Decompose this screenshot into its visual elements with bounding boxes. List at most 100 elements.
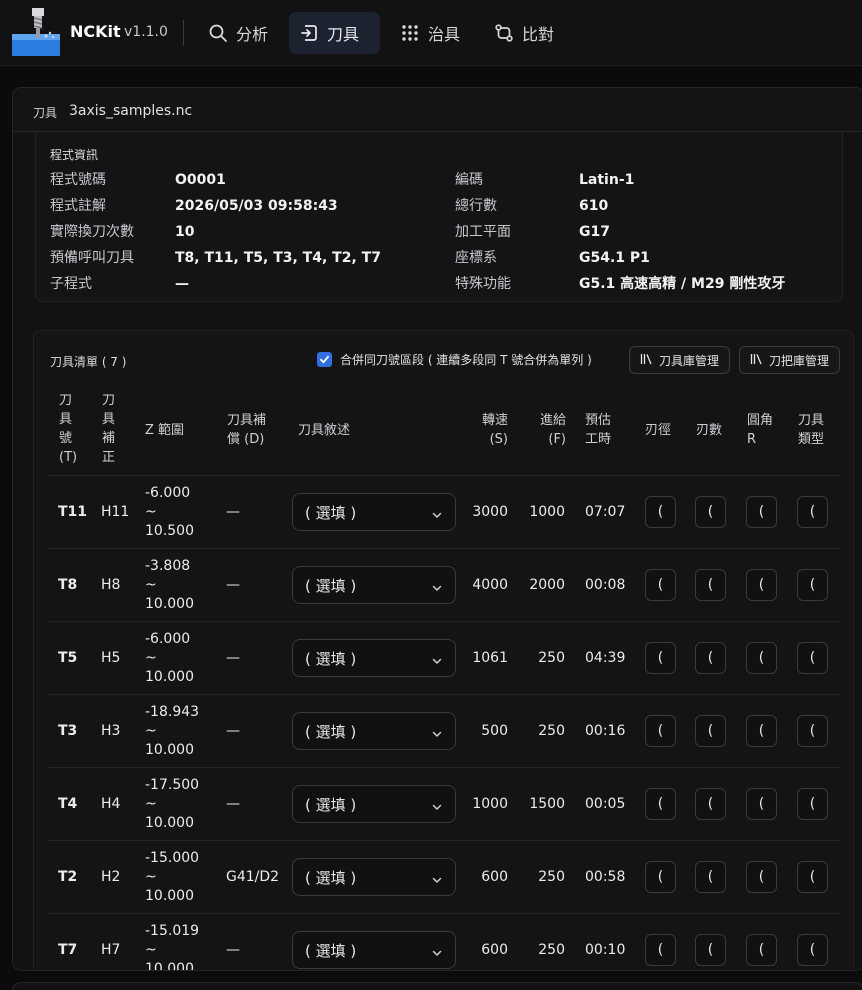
tool-number: T4 (58, 796, 78, 812)
nav-tools[interactable]: 刀具 (289, 12, 380, 54)
estimated-time: 00:16 (585, 723, 626, 739)
tool-description-select[interactable]: ( 選填 ) (292, 858, 456, 896)
estimated-time: 04:39 (585, 650, 626, 666)
holder-magazine-button[interactable]: 刀把庫管理 (739, 346, 841, 374)
tool-description-select[interactable]: ( 選填 ) (292, 493, 456, 531)
header-spindle-speed: 轉速 (S) (481, 413, 508, 447)
info-label: 實際換刀次數 (50, 224, 134, 240)
z-min: -15.000 (145, 850, 200, 866)
tool-offset: H3 (101, 723, 121, 739)
info-value: Latin-1 (579, 172, 635, 188)
tool-description-select[interactable]: ( 選填 ) (292, 712, 456, 750)
tool-number: T11 (58, 504, 88, 520)
diameter-offset: — (226, 796, 240, 812)
spindle-speed: 600 (481, 869, 508, 885)
corner-radius-input[interactable]: ( (746, 788, 777, 820)
corner-radius-input[interactable]: ( (746, 569, 777, 601)
tool-type-input[interactable]: ( (797, 861, 828, 893)
info-value: — (175, 276, 189, 292)
tool-magazine-button[interactable]: 刀具庫管理 (629, 346, 731, 374)
merge-same-tool-toggle[interactable]: 合併同刀號區段 ( 連續多段同 T 號合併為單列 ) (317, 351, 592, 368)
tool-offset: H4 (101, 796, 121, 812)
header-tool-description: 刀具敘述 (298, 423, 351, 438)
flutes-input[interactable]: ( (695, 642, 726, 674)
tool-type-input[interactable]: ( (797, 715, 828, 747)
flutes-input[interactable]: ( (695, 861, 726, 893)
diameter-input[interactable]: ( (645, 569, 676, 601)
tool-description-select[interactable]: ( 選填 ) (292, 639, 456, 677)
corner-radius-input[interactable]: ( (746, 715, 777, 747)
diameter-input[interactable]: ( (645, 496, 676, 528)
flutes-input[interactable]: ( (695, 569, 726, 601)
tool-icon (299, 23, 319, 43)
tool-type-input[interactable]: ( (797, 496, 828, 528)
spindle-speed: 500 (481, 723, 508, 739)
nav-analysis[interactable]: 分析 (198, 12, 278, 54)
feed-rate: 250 (538, 723, 565, 739)
feed-rate: 1500 (529, 796, 565, 812)
info-label: 加工平面 (455, 224, 511, 240)
z-min: -17.500 (145, 777, 200, 793)
tool-description-select[interactable]: ( 選填 ) (292, 785, 456, 823)
tool-type-input[interactable]: ( (797, 569, 828, 601)
info-value: O0001 (175, 172, 226, 188)
diameter-input[interactable]: ( (645, 788, 676, 820)
nav-fixture[interactable]: 治具 (390, 12, 470, 54)
merge-label: 合併同刀號區段 ( 連續多段同 T 號合併為單列 ) (340, 353, 592, 367)
info-label: 座標系 (455, 250, 497, 266)
diameter-input[interactable]: ( (645, 861, 676, 893)
info-value: G54.1 P1 (579, 250, 650, 266)
corner-radius-input[interactable]: ( (746, 642, 777, 674)
tool-row: T5 H5 -6.000 ~10.000 — ( 選填 ) 1061 250 04:39 (((( (48, 622, 841, 695)
nav-divider (183, 20, 184, 46)
z-min: -6.000 (145, 485, 191, 501)
flutes-input[interactable]: ( (695, 496, 726, 528)
tool-offset: H2 (101, 869, 121, 885)
header-tool-number: 刀具號 (T) (59, 393, 78, 465)
tool-type-input[interactable]: ( (797, 642, 828, 674)
diameter-input[interactable]: ( (645, 715, 676, 747)
header-length-offset: 刀具補正 (102, 393, 116, 465)
header-z-range: Z 範圍 (145, 423, 185, 438)
info-label: 程式號碼 (50, 172, 106, 188)
tool-offset: H11 (101, 504, 130, 520)
z-sep: ~ (145, 942, 157, 958)
tool-number: T3 (58, 723, 78, 739)
tool-list-title: 刀具清單 ( 7 ) (50, 355, 127, 369)
nckit-logo[interactable] (10, 6, 62, 58)
tool-description-select[interactable]: ( 選填 ) (292, 931, 456, 969)
tool-row: T11 H11 -6.000 ~10.500 — ( 選填 ) 3000 1000 07:07 (… (48, 476, 841, 549)
chevron-down-icon (431, 653, 443, 671)
corner-radius-input[interactable]: ( (746, 934, 777, 966)
corner-radius-input[interactable]: ( (746, 861, 777, 893)
spindle-speed: 1061 (472, 650, 508, 666)
spindle-speed: 3000 (472, 504, 508, 520)
z-sep: ~ (145, 577, 157, 593)
flutes-input[interactable]: ( (695, 788, 726, 820)
flutes-input[interactable]: ( (695, 934, 726, 966)
z-sep: ~ (145, 504, 157, 520)
nav-compare[interactable]: 比對 (484, 12, 564, 54)
z-range: -15.000 ~10.000 (145, 849, 199, 906)
tool-description-select[interactable]: ( 選填 ) (292, 566, 456, 604)
program-info-title: 程式資訊 (50, 148, 99, 162)
panel-label: 刀具 (33, 106, 58, 120)
header-feed-rate: 進給 (F) (539, 413, 566, 447)
z-max: 10.000 (145, 815, 194, 831)
merge-checkbox[interactable] (317, 352, 332, 367)
tool-type-input[interactable]: ( (797, 934, 828, 966)
z-min: -6.000 (145, 631, 191, 647)
diameter-input[interactable]: ( (645, 934, 676, 966)
tool-offset: H8 (101, 577, 121, 593)
header-diameter-offset: 刀具補償 (D) (227, 413, 267, 447)
header-diameter: 刃徑 (645, 423, 672, 438)
diameter-input[interactable]: ( (645, 642, 676, 674)
info-value: 10 (175, 224, 195, 240)
flutes-input[interactable]: ( (695, 715, 726, 747)
tool-type-input[interactable]: ( (797, 788, 828, 820)
spindle-speed: 600 (481, 942, 508, 958)
corner-radius-input[interactable]: ( (746, 496, 777, 528)
panel-header: 刀具 3axis_samples.nc (13, 88, 862, 132)
tool-number: T8 (58, 577, 78, 593)
tool-list-card: 刀具清單 ( 7 ) 合併同刀號區段 ( 連續多段同 T 號合併為單列 ) 刀具… (33, 330, 854, 970)
